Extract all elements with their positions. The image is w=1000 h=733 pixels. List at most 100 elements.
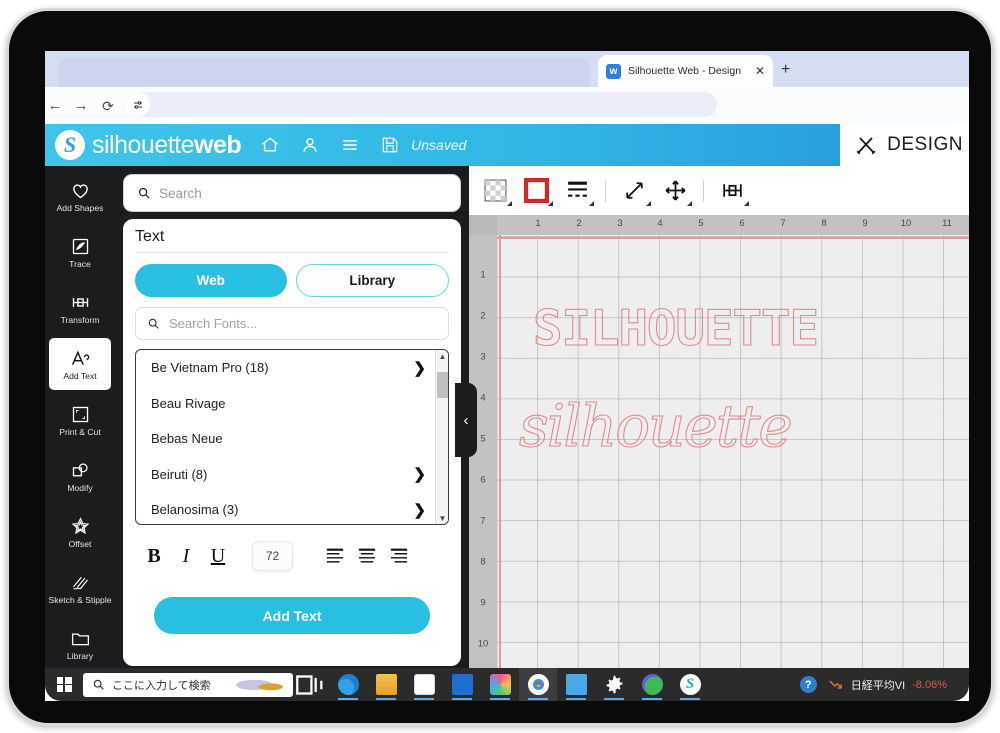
toolbar-divider: [605, 179, 606, 202]
line-style-button[interactable]: [559, 175, 595, 207]
app-header: S silhouetteweb Unsaved: [45, 124, 969, 166]
taskbar-app-security[interactable]: [633, 668, 671, 701]
back-icon[interactable]: ←: [45, 96, 65, 116]
trace-icon: [72, 238, 88, 254]
artwork-script-text[interactable]: silhouette: [518, 387, 919, 465]
line-color-button[interactable]: [518, 175, 554, 207]
list-item[interactable]: Beiruti (8) ❯: [136, 457, 435, 493]
chrome-icon: [527, 674, 549, 695]
scrollbar-thumb[interactable]: [437, 372, 448, 398]
help-icon[interactable]: ?: [799, 676, 817, 693]
address-bar[interactable]: [125, 92, 717, 117]
taskbar-search-box[interactable]: ここに入力して検索: [83, 672, 293, 697]
browser-tabstrip: w Silhouette Web - Design ✕ +: [45, 51, 969, 87]
taskbar-apps: S: [329, 668, 709, 701]
taskbar-app-settings[interactable]: [595, 668, 633, 701]
align-center-button[interactable]: [351, 543, 383, 569]
windows-taskbar: ここに入力して検索 S ? 日経平均VI -8.06%: [45, 668, 969, 701]
fill-color-button[interactable]: [477, 175, 513, 207]
sidebar-item-add-shapes[interactable]: Add Shapes: [49, 170, 111, 222]
font-name: Beau Rivage: [151, 395, 226, 411]
forward-icon[interactable]: →: [71, 96, 91, 116]
ruler-tick: 1: [480, 269, 486, 281]
font-search-input[interactable]: [169, 316, 437, 331]
transform-button[interactable]: [714, 175, 750, 207]
font-list-scrollbar[interactable]: ▲ ▼: [435, 350, 448, 524]
account-icon[interactable]: [299, 134, 321, 156]
add-text-button[interactable]: Add Text: [154, 597, 430, 634]
chevron-right-icon[interactable]: ❯: [413, 359, 426, 377]
tab-web[interactable]: Web: [135, 264, 287, 297]
search-input[interactable]: [159, 185, 447, 201]
artwork-text-value: SILHOUETTE: [532, 299, 819, 357]
security-icon: [641, 674, 663, 695]
list-item[interactable]: Be Vietnam Pro (18) ❯: [136, 350, 435, 386]
start-button[interactable]: [45, 668, 83, 701]
sidebar-item-transform[interactable]: Transform: [49, 282, 111, 334]
sidebar-item-sketch-and-stipple[interactable]: Sketch & Stipple: [48, 562, 112, 614]
tab-favicon-icon: w: [606, 63, 621, 79]
chevron-right-icon[interactable]: ❯: [413, 465, 426, 483]
taskbar-app-photos[interactable]: [481, 668, 519, 701]
bold-button[interactable]: B: [138, 541, 170, 571]
taskbar-app-silhouette[interactable]: S: [671, 668, 709, 701]
modify-icon: [72, 462, 88, 476]
ruler-tick: 4: [480, 392, 486, 404]
stock-change: -8.06%: [912, 678, 947, 691]
sidebar-item-trace[interactable]: Trace: [49, 226, 111, 278]
font-name: Bebas Neue: [151, 431, 223, 447]
taskbar-app-contacts[interactable]: [557, 668, 595, 701]
site-settings-icon[interactable]: [125, 92, 150, 117]
save-status-label: Unsaved: [411, 137, 467, 153]
move-button[interactable]: [657, 175, 693, 207]
heart-icon: [72, 183, 88, 198]
new-tab-button[interactable]: +: [781, 62, 790, 78]
scroll-down-icon[interactable]: ▼: [436, 512, 448, 524]
panel-collapse-handle[interactable]: ‹: [455, 383, 477, 457]
font-size-input[interactable]: 72: [252, 541, 293, 571]
align-right-button[interactable]: [383, 543, 415, 569]
scale-button[interactable]: [616, 175, 652, 207]
taskbar-app-edge[interactable]: [329, 668, 367, 701]
canvas-area: ‹ 1 2 3 4 5 6 7 8 9 10 11 1 2 3 4 5 6 7 …: [455, 166, 969, 674]
sidebar-item-print-and-cut[interactable]: Print & Cut: [49, 394, 111, 446]
font-search-box[interactable]: [135, 307, 449, 340]
canvas-body[interactable]: ‹ 1 2 3 4 5 6 7 8 9 10 11 1 2 3 4 5 6 7 …: [455, 215, 969, 674]
sidebar-item-add-text[interactable]: Add Text: [49, 338, 111, 390]
stock-widget[interactable]: 日経平均VI -8.06%: [827, 676, 947, 693]
folder-icon: [71, 632, 89, 645]
list-item[interactable]: Belanosima (3) ❯: [136, 492, 435, 524]
tab-close-icon[interactable]: ✕: [755, 64, 765, 78]
sidebar-item-modify[interactable]: Modify: [49, 450, 111, 502]
menu-icon[interactable]: [339, 134, 361, 156]
sidebar-item-offset[interactable]: Offset: [49, 506, 111, 558]
panel-search-box[interactable]: [123, 174, 461, 212]
taskbar-app-mail[interactable]: [443, 668, 481, 701]
save-icon[interactable]: [379, 134, 401, 156]
taskbar-app-microsoft-store[interactable]: [405, 668, 443, 701]
taskbar-app-file-explorer[interactable]: [367, 668, 405, 701]
taskbar-search-placeholder: ここに入力して検索: [112, 679, 211, 692]
ruler-tick: 6: [739, 218, 745, 229]
mode-tab-design[interactable]: DESIGN: [840, 124, 969, 166]
list-item[interactable]: Beau Rivage: [136, 386, 435, 422]
browser-toolbar: ← → ⟳: [45, 87, 969, 124]
align-left-button[interactable]: [319, 543, 351, 569]
underline-button[interactable]: U: [202, 541, 234, 571]
cutting-mat[interactable]: SILHOUETTE silhouette: [497, 235, 969, 674]
sidebar-item-library[interactable]: Library: [49, 618, 111, 670]
list-item[interactable]: Bebas Neue: [136, 421, 435, 457]
scroll-up-icon[interactable]: ▲: [436, 350, 448, 362]
browser-tab[interactable]: w Silhouette Web - Design ✕: [598, 55, 773, 87]
panel-title: Text: [135, 228, 449, 253]
task-view-button[interactable]: [293, 668, 327, 701]
reload-icon[interactable]: ⟳: [98, 96, 118, 116]
app-logo-text: silhouetteweb: [92, 131, 242, 160]
chevron-right-icon[interactable]: ❯: [413, 501, 426, 519]
tab-library[interactable]: Library: [295, 264, 449, 297]
artwork-block-text[interactable]: SILHOUETTE: [532, 297, 853, 359]
taskbar-app-chrome[interactable]: [519, 668, 557, 701]
home-icon[interactable]: [259, 134, 281, 156]
font-list: Be Vietnam Pro (18) ❯ Beau Rivage Bebas …: [135, 349, 449, 525]
italic-button[interactable]: I: [170, 541, 202, 571]
